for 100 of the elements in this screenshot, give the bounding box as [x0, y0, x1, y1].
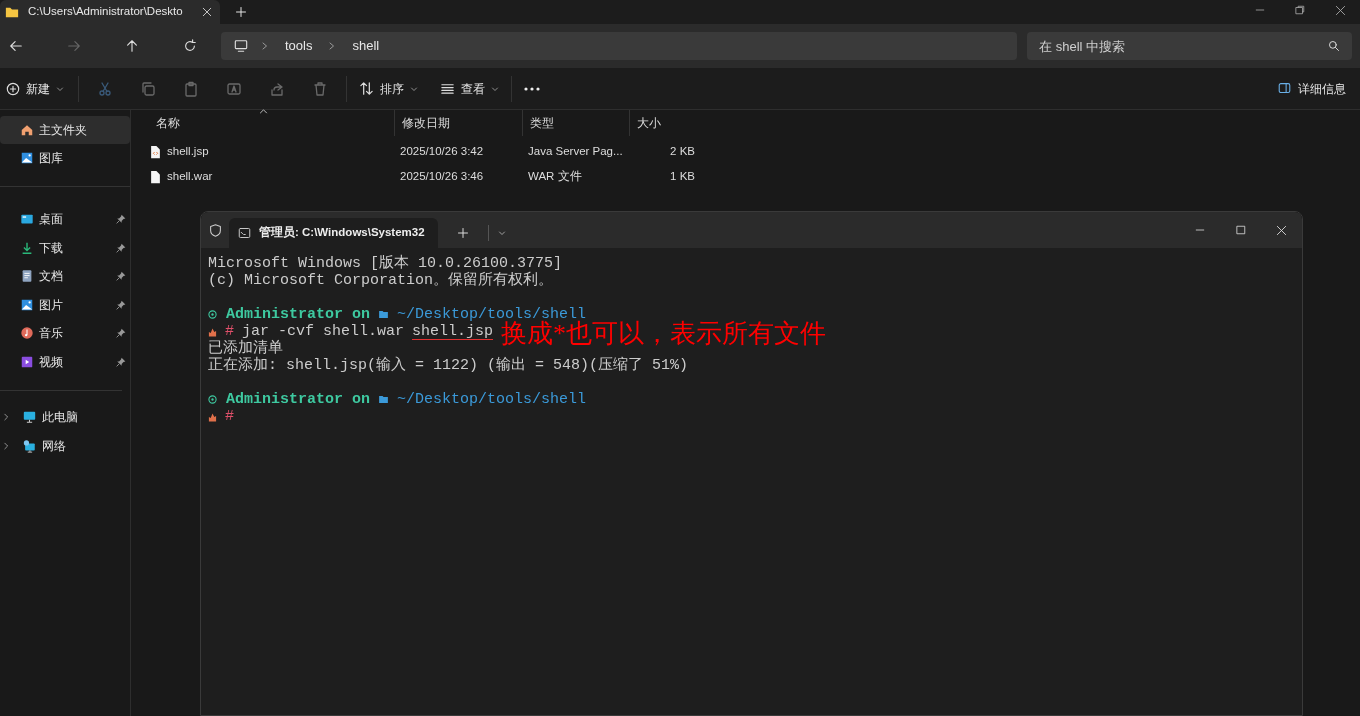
column-header[interactable]: 名称	[149, 110, 394, 136]
terminal-tab[interactable]: 管理员: C:\Windows\System32	[229, 218, 438, 248]
prompt-symbol: #	[225, 408, 234, 425]
explorer-tab[interactable]: C:\Users\Administrator\Deskto	[0, 0, 220, 24]
annotation-text: 换成*也可以，表示所有文件	[501, 320, 827, 347]
terminal-output: 已添加清单	[208, 340, 283, 357]
circle-symbol-icon	[208, 395, 217, 404]
picture-icon	[20, 297, 34, 312]
home-icon	[20, 123, 34, 137]
prompt-user: Administrator	[226, 391, 344, 408]
picture-icon	[20, 151, 34, 165]
sidebar-item[interactable]: 网络	[0, 431, 130, 460]
play-icon	[20, 354, 34, 369]
new-button[interactable]: 新建	[6, 73, 72, 104]
prompt-user: Administrator	[226, 306, 344, 323]
modified-date: 2025/10/26 3:46	[400, 169, 484, 182]
pin-icon	[116, 328, 126, 339]
flame-icon	[208, 326, 217, 337]
network-icon	[22, 438, 37, 453]
trash-icon	[312, 80, 328, 97]
chevron-right-icon	[328, 41, 337, 51]
clipboard-icon	[183, 80, 199, 97]
caret-icon	[56, 84, 64, 93]
forward-arrow-icon	[67, 39, 81, 53]
file-row[interactable]: shell.war 2025/10/26 3:46 WAR 文件 1 KB	[149, 164, 1360, 189]
flame-icon	[208, 411, 217, 422]
pin-icon	[116, 356, 126, 367]
column-header[interactable]: 修改日期	[394, 110, 522, 136]
plus-icon	[235, 6, 247, 18]
tab-title: 管理员: C:\Windows\System32	[259, 225, 425, 241]
terminal-output: (c) Microsoft Corporation。保留所有权利。	[208, 272, 554, 289]
file-name: shell.jsp	[167, 143, 209, 159]
file-icon	[150, 169, 161, 184]
pin-icon	[116, 214, 126, 225]
terminal-output: 正在添加: shell.jsp(输入 = 1122) (输出 = 548)(压缩了 51%)	[208, 357, 689, 374]
lines-icon	[440, 81, 455, 96]
caret-icon	[410, 84, 418, 93]
search-field[interactable]: 在 shell 中搜索	[1027, 32, 1352, 60]
prompt-symbol: #	[225, 323, 234, 340]
chevron-right-icon	[2, 440, 11, 451]
pin-icon	[116, 299, 126, 310]
breadcrumb[interactable]: shell	[348, 36, 384, 56]
up-arrow-icon	[125, 39, 139, 53]
download-icon	[20, 240, 34, 255]
tab-title: C:\Users\Administrator\Deskto	[28, 4, 184, 20]
panel-icon	[1277, 82, 1292, 95]
scissors-icon	[97, 80, 113, 97]
sidebar-item[interactable]: 下载	[0, 233, 130, 262]
document-icon	[20, 269, 34, 284]
monitor-icon	[233, 39, 249, 53]
chevron-down-icon	[497, 229, 507, 237]
column-header[interactable]: 类型	[522, 110, 629, 136]
prompt-word: on	[352, 306, 371, 323]
sidebar-item[interactable]: 桌面	[0, 205, 130, 234]
sidebar-item[interactable]: 文档	[0, 262, 130, 291]
more-dots-icon	[524, 86, 540, 91]
details-button[interactable]: 详细信息	[1269, 73, 1354, 104]
sidebar-item[interactable]: 图库	[0, 144, 130, 172]
sidebar-item[interactable]: 音乐	[0, 319, 130, 348]
monitor-icon	[22, 410, 37, 425]
folder-icon	[379, 311, 389, 318]
file-row[interactable]: shell.jsp 2025/10/26 3:42 Java Server Pag... 2 KB	[149, 139, 1360, 164]
plus-icon	[457, 227, 469, 239]
prompt-word: on	[352, 391, 371, 408]
copy-icon	[140, 80, 156, 97]
sort-arrows-icon	[359, 81, 374, 96]
caret-icon	[491, 84, 499, 93]
shield-icon	[208, 222, 222, 238]
modified-date: 2025/10/26 3:42	[400, 144, 484, 157]
breadcrumb[interactable]: tools	[281, 36, 317, 56]
pin-icon	[116, 271, 126, 282]
close-icon	[1334, 4, 1346, 16]
sidebar-item[interactable]: 此电脑	[0, 403, 130, 432]
view-button[interactable]: 查看	[434, 73, 505, 104]
circle-symbol-icon	[208, 310, 217, 319]
restore-icon	[1295, 5, 1305, 15]
sidebar-item[interactable]: 视频	[0, 347, 130, 376]
address-bar[interactable]: tools shell	[221, 32, 1018, 60]
code-file-icon	[150, 144, 161, 159]
console-icon	[238, 227, 251, 239]
sidebar-item[interactable]: 图片	[0, 290, 130, 319]
sort-button[interactable]: 排序	[353, 73, 424, 104]
file-size: 2 KB	[670, 144, 695, 157]
chevron-right-icon	[261, 41, 269, 51]
search-icon	[1328, 40, 1340, 52]
command-text: jar -cvf shell.war	[242, 323, 405, 340]
close-icon	[1276, 224, 1287, 236]
file-name: shell.war	[167, 168, 213, 184]
maximize-icon	[1235, 225, 1246, 235]
back-arrow-icon	[9, 39, 23, 53]
plus-circle-icon	[6, 81, 20, 96]
sidebar-item[interactable]: 主文件夹	[0, 116, 130, 144]
column-header[interactable]: 大小	[629, 110, 701, 136]
file-type: WAR 文件	[528, 169, 582, 182]
terminal-output: Microsoft Windows [版本 10.0.26100.3775]	[208, 255, 563, 272]
file-size: 1 KB	[670, 169, 695, 182]
file-type: Java Server Pag...	[528, 144, 623, 157]
refresh-icon	[183, 39, 197, 53]
text-box-icon	[226, 80, 242, 97]
close-icon	[202, 7, 212, 17]
